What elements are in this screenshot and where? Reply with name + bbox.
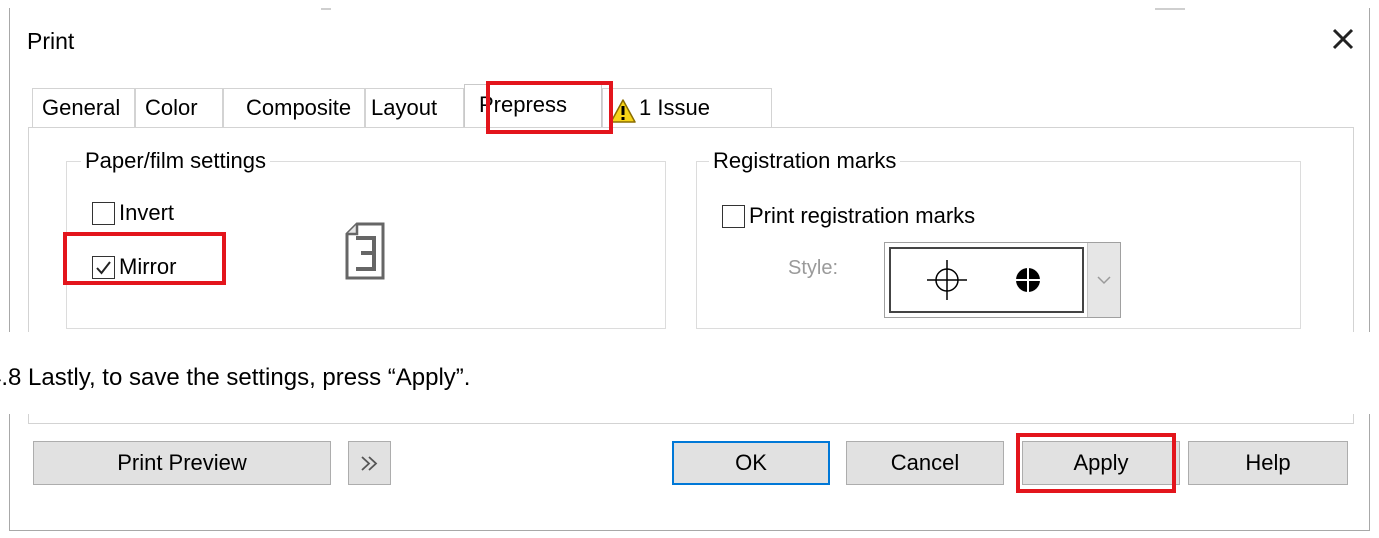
print-dialog-bottom: Print Preview OK Cancel Apply Help [9, 414, 1370, 531]
style-label: Style: [788, 257, 839, 279]
mirror-label: Mirror [119, 254, 177, 279]
tab-color[interactable]: Color [135, 88, 223, 128]
chevron-down-icon[interactable] [1087, 243, 1120, 317]
mirror-checkbox-box[interactable] [92, 255, 115, 279]
mirrored-page-icon [345, 222, 385, 280]
tab-label: General [42, 95, 121, 120]
registration-legend: Registration marks [709, 147, 901, 175]
invert-checkbox-box[interactable] [92, 201, 115, 225]
ok-button[interactable]: OK [672, 441, 830, 485]
mirror-checkbox[interactable]: Mirror [92, 254, 176, 280]
tab-label: Color [145, 95, 198, 120]
apply-button[interactable]: Apply [1022, 441, 1180, 485]
tab-issues[interactable]: 1 Issue [602, 88, 772, 128]
tab-label: 1 Issue [639, 95, 710, 120]
background-edge [321, 8, 331, 10]
tab-general[interactable]: General [32, 88, 135, 128]
tab-label: Composite [246, 95, 352, 120]
tab-layout[interactable]: Layout [365, 88, 464, 128]
instruction-caption: 4.8 Lastly, to save the settings, press … [0, 364, 471, 391]
background-edge [1155, 8, 1185, 10]
crosshair-circle-icon [927, 260, 967, 300]
paper-film-legend: Paper/film settings [81, 147, 270, 175]
dialog-title: Print [27, 28, 75, 54]
invert-label: Invert [119, 200, 175, 225]
registration-checkbox-box[interactable] [722, 204, 745, 228]
tab-composite[interactable]: Composite [223, 88, 365, 128]
cancel-button[interactable]: Cancel [846, 441, 1004, 485]
close-icon[interactable] [1325, 18, 1361, 58]
panel-bottom-edge [28, 414, 1354, 424]
paper-film-group: Paper/film settings Invert Mirror [66, 147, 666, 329]
tab-prepress[interactable]: Prepress [464, 84, 602, 128]
print-dialog-top: Print General Color Composite Layout Pre… [9, 8, 1370, 332]
prepress-panel: Paper/film settings Invert Mirror Regist… [28, 127, 1354, 332]
more-options-button[interactable] [348, 441, 391, 485]
tab-label: Layout [371, 95, 438, 120]
filled-target-icon [1016, 268, 1040, 292]
registration-marks-group: Registration marks Print registration ma… [696, 147, 1301, 329]
checkmark-icon [96, 260, 111, 275]
style-preview [889, 247, 1084, 313]
help-button[interactable]: Help [1188, 441, 1348, 485]
print-preview-button[interactable]: Print Preview [33, 441, 331, 485]
tab-label: Prepress [479, 92, 568, 117]
print-registration-marks-label: Print registration marks [749, 203, 976, 228]
style-select[interactable] [884, 242, 1121, 318]
invert-checkbox[interactable]: Invert [92, 200, 174, 226]
warning-icon [610, 97, 636, 123]
print-registration-marks-checkbox[interactable]: Print registration marks [722, 203, 975, 229]
double-chevron-right-icon [361, 456, 378, 471]
